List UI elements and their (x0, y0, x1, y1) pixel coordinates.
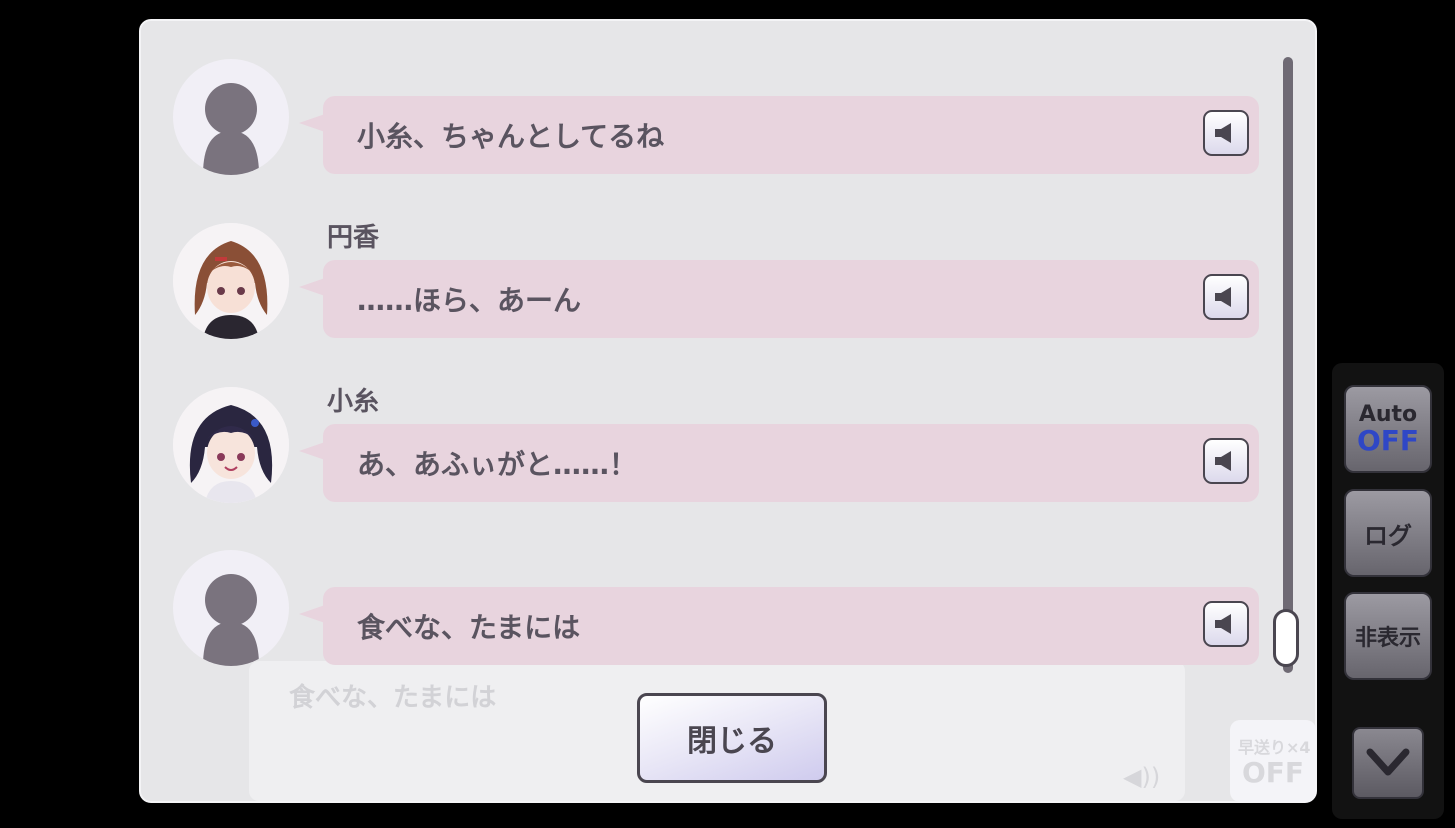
voice-replay-button[interactable] (1203, 601, 1249, 647)
message-bubble: ……ほら、あーん (299, 260, 1259, 338)
speaker-name: 円香 (327, 223, 380, 253)
log-panel: 食べな、たまには ◀)) 小糸、ちゃんとしてるね 円香 ……ほら、あーん 小糸 … (139, 19, 1317, 803)
chevron-down-icon (1366, 748, 1410, 776)
message-text: あ、あふぃがと……！ (357, 448, 638, 481)
menu-toggle-button[interactable] (1352, 727, 1424, 799)
log-button[interactable]: ログ (1344, 489, 1432, 577)
speaker-name: 小糸 (327, 387, 380, 417)
fast-forward-button[interactable]: 早送り×4 OFF (1230, 720, 1316, 802)
message-bubble: あ、あふぃがと……！ (299, 424, 1259, 502)
auto-button[interactable]: Auto OFF (1344, 385, 1432, 473)
control-sidebar: Auto OFF ログ 非表示 (1332, 363, 1444, 819)
close-button[interactable]: 閉じる (637, 693, 827, 783)
message-text: 食べな、たまには (357, 611, 581, 644)
hide-button[interactable]: 非表示 (1344, 592, 1432, 680)
voice-replay-button[interactable] (1203, 438, 1249, 484)
auto-state: OFF (1356, 424, 1420, 457)
log-entry: 食べな、たまには (141, 550, 1271, 670)
voice-replay-button[interactable] (1203, 110, 1249, 156)
fast-forward-label: 早送り×4 (1238, 738, 1311, 757)
background-message-text: 食べな、たまには (289, 683, 497, 713)
message-bubble: 食べな、たまには (299, 587, 1259, 665)
log-entry: 円香 ……ほら、あーん (141, 223, 1271, 343)
fast-forward-state: OFF (1242, 756, 1305, 789)
background-sound-icon: ◀)) (1123, 763, 1161, 791)
message-bubble: 小糸、ちゃんとしてるね (299, 96, 1259, 174)
avatar-silhouette (173, 59, 289, 175)
scrollbar-thumb[interactable] (1273, 609, 1299, 667)
avatar-koito (173, 387, 289, 503)
speaker-icon (1215, 614, 1231, 634)
voice-replay-button[interactable] (1203, 274, 1249, 320)
message-text: 小糸、ちゃんとしてるね (357, 120, 665, 153)
log-entry: 小糸、ちゃんとしてるね (141, 59, 1271, 179)
speaker-icon (1215, 451, 1231, 471)
avatar-madoka (173, 223, 289, 339)
speaker-icon (1215, 287, 1231, 307)
avatar-silhouette (173, 550, 289, 666)
scrollbar-track[interactable] (1283, 57, 1293, 673)
message-text: ……ほら、あーん (357, 284, 582, 317)
log-entry: 小糸 あ、あふぃがと……！ (141, 387, 1271, 507)
speaker-icon (1215, 123, 1231, 143)
